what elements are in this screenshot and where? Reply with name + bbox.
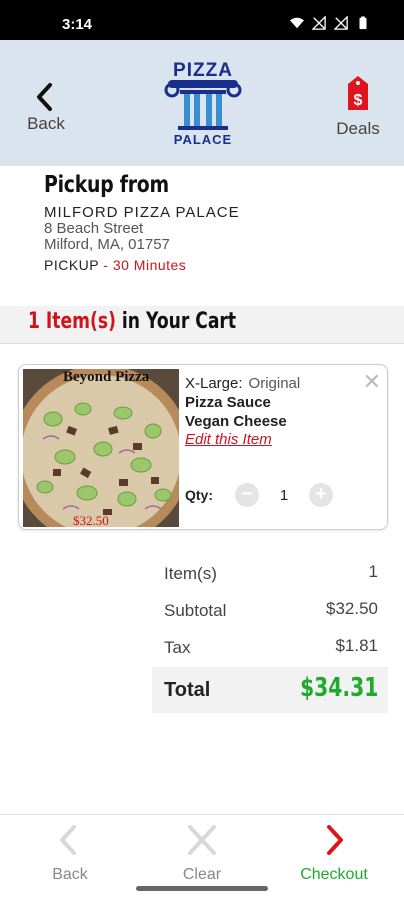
topping-item: Pizza Sauce	[185, 394, 271, 411]
total-row: Total $34.31	[152, 667, 388, 713]
price-tag-icon: $	[348, 76, 368, 110]
pickup-time: PICKUP - 30 Minutes	[44, 257, 384, 273]
pizza-photo	[23, 369, 179, 527]
subtotal-row: Subtotal $32.50	[152, 593, 388, 630]
minus-icon[interactable]: −	[235, 483, 259, 507]
crust-label: Original	[248, 375, 301, 392]
cart-header: 1 Item(s) in Your Cart	[0, 306, 404, 344]
pickup-title: Pickup from	[44, 172, 169, 198]
chevron-right-icon	[327, 825, 343, 855]
nav-clear-button[interactable]: Clear	[152, 821, 252, 884]
pickup-duration: 30 Minutes	[112, 257, 187, 273]
app-header: Back PIZZA PALACE $ Deals	[0, 40, 404, 166]
subtotal-value: $32.50	[326, 599, 378, 618]
pickup-info: Pickup from MILFORD PIZZA PALACE 8 Beach…	[44, 172, 384, 273]
back-button[interactable]: Back	[22, 80, 70, 134]
tax-label: Tax	[164, 638, 191, 657]
nav-back-button[interactable]: Back	[20, 821, 120, 884]
item-details: X-Large: Original Pizza Sauce Vegan Chees…	[185, 375, 375, 448]
tax-row: Tax $1.81	[152, 630, 388, 667]
nav-back-label: Back	[52, 866, 88, 883]
address-line-1: 8 Beach Street	[44, 220, 144, 237]
status-bar: 3:14	[0, 0, 404, 40]
bottom-nav: Back Clear Checkout	[0, 814, 404, 886]
chevron-left-icon	[37, 83, 52, 111]
cart-item-card: Beyond Pizza $32.50 ✕ X-Large: Original P…	[18, 364, 388, 530]
quantity-stepper: Qty: − 1 +	[185, 483, 333, 507]
plus-icon[interactable]: +	[309, 483, 333, 507]
status-time: 3:14	[62, 16, 93, 33]
edit-item-link[interactable]: Edit this Item	[185, 431, 375, 448]
deals-label: Deals	[336, 119, 380, 138]
address-line-2: Milford, MA, 01757	[44, 236, 170, 253]
item-size: X-Large: Original	[185, 375, 375, 392]
nav-checkout-button[interactable]: Checkout	[284, 821, 384, 884]
signal-icon	[312, 16, 326, 30]
cart-count: 1 Item(s)	[28, 309, 116, 334]
wifi-icon	[290, 17, 304, 29]
size-label: X-Large:	[185, 375, 243, 392]
svg-text:$: $	[354, 92, 363, 109]
store-name: MILFORD PIZZA PALACE	[44, 204, 240, 221]
total-label: Total	[164, 679, 211, 701]
subtotal-label: Subtotal	[164, 601, 227, 620]
topping-item: Vegan Cheese	[185, 413, 287, 430]
cart-title: 1 Item(s) in Your Cart	[28, 309, 236, 334]
items-label: Item(s)	[164, 564, 217, 583]
qty-value: 1	[279, 486, 289, 504]
pizza-image-title: Beyond Pizza	[63, 369, 150, 385]
total-value: $34.31	[299, 673, 378, 703]
tax-value: $1.81	[335, 636, 378, 655]
order-totals: Item(s) 1 Subtotal $32.50 Tax $1.81 Tota…	[152, 556, 388, 713]
cart-suffix: in Your Cart	[115, 309, 237, 334]
home-indicator[interactable]	[136, 886, 268, 891]
close-icon	[188, 825, 216, 855]
items-value: 1	[368, 562, 378, 581]
svg-text:PALACE: PALACE	[174, 132, 232, 147]
pizza-image[interactable]: Beyond Pizza $32.50	[23, 369, 179, 527]
status-icons	[290, 16, 370, 30]
pizza-palace-logo: PIZZA PALACE	[164, 60, 242, 147]
svg-text:PIZZA: PIZZA	[173, 60, 233, 81]
nav-checkout-label: Checkout	[300, 866, 368, 883]
back-label: Back	[27, 114, 65, 133]
chevron-left-icon	[60, 825, 76, 855]
pickup-separator: -	[98, 257, 113, 273]
qty-label: Qty:	[185, 487, 213, 503]
items-row: Item(s) 1	[152, 556, 388, 593]
battery-icon	[359, 16, 367, 30]
pickup-method: PICKUP	[44, 257, 99, 273]
pizza-image-price: $32.50	[73, 513, 109, 527]
nav-clear-label: Clear	[182, 866, 222, 883]
deals-button[interactable]: $ Deals	[332, 74, 384, 139]
signal-icon	[334, 16, 348, 30]
